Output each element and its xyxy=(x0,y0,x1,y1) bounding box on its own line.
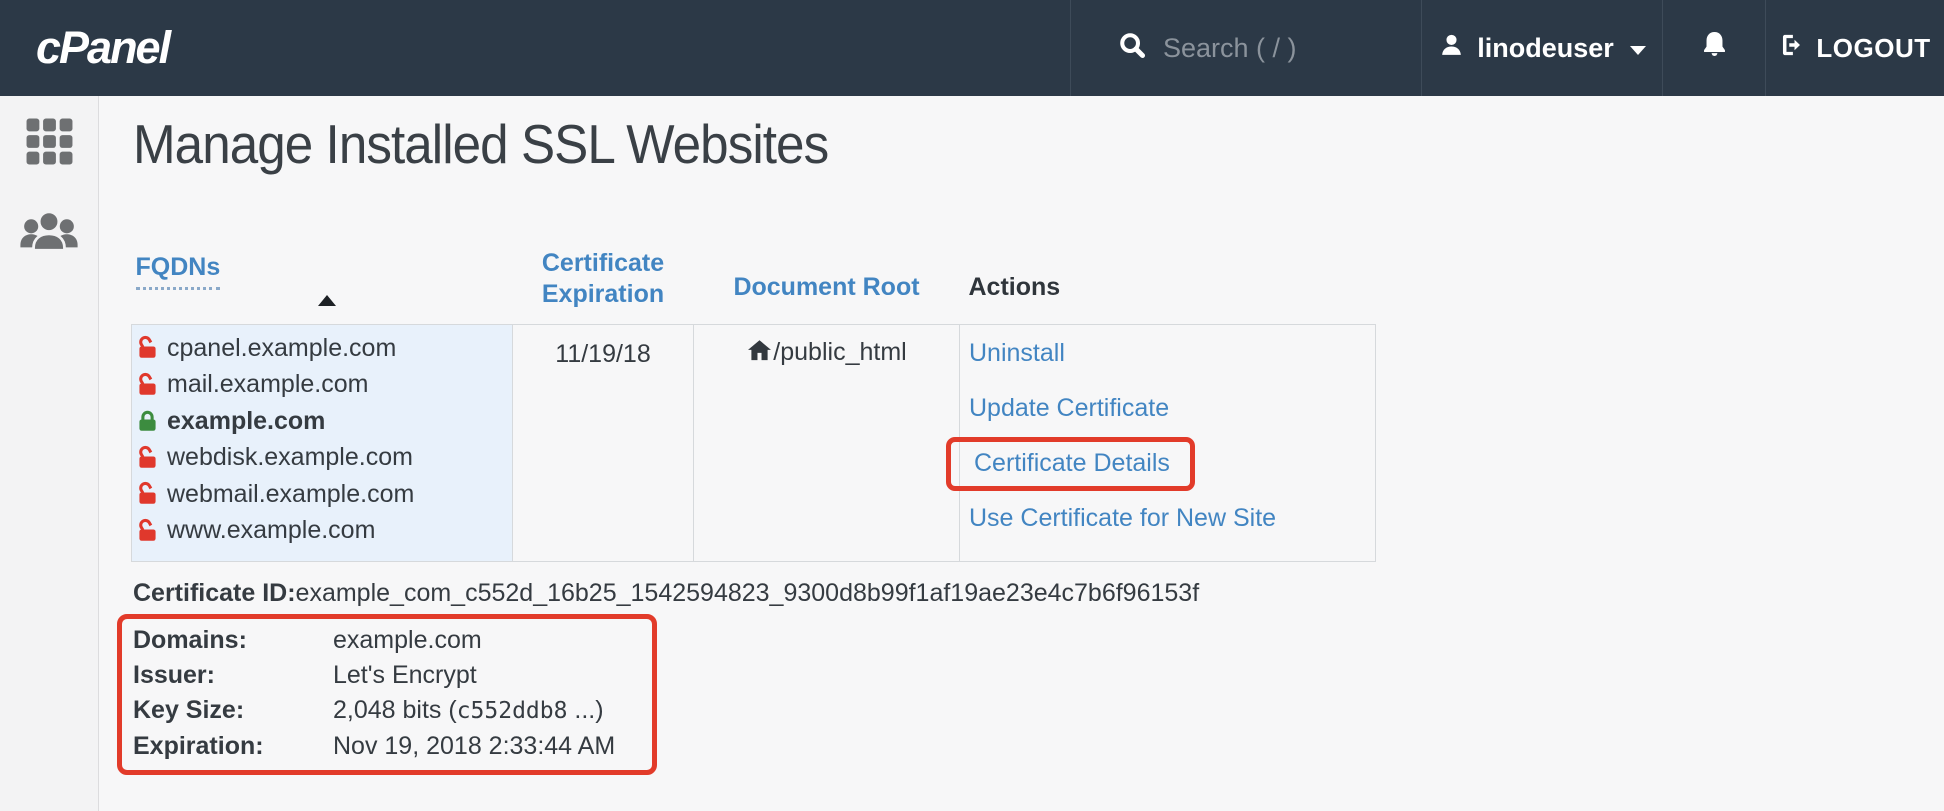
top-navbar: cPanel Search ( / ) linodeuser xyxy=(0,0,1944,96)
fqdn-item: cpanel.example.com xyxy=(135,330,512,367)
search-icon xyxy=(1117,30,1148,66)
certificate-id-value: example_com_c552d_16b25_1542594823_9300d… xyxy=(296,579,1200,607)
apps-grid-icon[interactable] xyxy=(26,118,73,165)
certificate-id-label: Certificate ID: xyxy=(133,579,296,607)
lock-open-icon xyxy=(135,518,160,544)
certificate-id-line: Certificate ID:example_com_c552d_16b25_1… xyxy=(133,578,1199,608)
lock-open-icon xyxy=(135,372,160,398)
fqdn-domain: webmail.example.com xyxy=(167,480,414,509)
column-header-document-root: Document Root xyxy=(733,273,919,302)
header-spacer xyxy=(169,0,1070,96)
lock-open-icon xyxy=(135,445,160,471)
fqdn-item: example.com xyxy=(135,403,512,440)
table-row: cpanel.example.com mail.example.com xyxy=(132,325,1376,562)
notifications-button[interactable] xyxy=(1662,0,1765,96)
sort-asc-icon[interactable] xyxy=(318,295,336,306)
logout-button[interactable]: LOGOUT xyxy=(1765,0,1944,96)
table-header-row: FQDNs Certificate Expiration Document Ro… xyxy=(132,248,1376,325)
domains-label: Domains: xyxy=(133,623,333,658)
key-fingerprint: c552ddb8 xyxy=(457,698,568,724)
lock-closed-icon xyxy=(135,408,160,434)
fqdn-domain: www.example.com xyxy=(167,516,375,545)
column-header-fqdns[interactable]: FQDNs xyxy=(136,253,221,290)
detail-row-expiration: Expiration: Nov 19, 2018 2:33:44 AM xyxy=(133,729,630,764)
actions-cell: Uninstall Update Certificate Certificate… xyxy=(960,325,1376,562)
expiration-value: Nov 19, 2018 2:33:44 AM xyxy=(333,729,615,764)
cpanel-logo: cPanel xyxy=(0,22,169,74)
key-size-label: Key Size: xyxy=(133,693,333,729)
domains-value: example.com xyxy=(333,623,482,658)
fqdn-domain: example.com xyxy=(167,407,325,436)
ssl-websites-table: FQDNs Certificate Expiration Document Ro… xyxy=(131,248,1376,562)
certificate-details-link[interactable]: Certificate Details xyxy=(974,449,1170,477)
logout-icon xyxy=(1779,31,1807,66)
expiration-date: 11/19/18 xyxy=(555,340,650,368)
fqdn-item: www.example.com xyxy=(135,513,512,550)
detail-row-key-size: Key Size: 2,048 bits (c552ddb8 ...) xyxy=(133,693,630,729)
update-certificate-link[interactable]: Update Certificate xyxy=(969,394,1169,422)
detail-row-issuer: Issuer: Let's Encrypt xyxy=(133,658,630,693)
bell-icon xyxy=(1698,29,1731,67)
issuer-label: Issuer: xyxy=(133,658,333,693)
user-icon xyxy=(1438,31,1465,65)
username: linodeuser xyxy=(1477,33,1614,64)
fqdn-item: webmail.example.com xyxy=(135,476,512,513)
logout-label: LOGOUT xyxy=(1816,33,1930,64)
user-accounts-icon[interactable] xyxy=(19,209,79,253)
fqdn-item: mail.example.com xyxy=(135,367,512,404)
detail-row-domains: Domains: example.com xyxy=(133,623,630,658)
chevron-down-icon xyxy=(1630,46,1646,55)
annotation-box-certificate-details: Certificate Details xyxy=(946,437,1195,491)
expiration-label: Expiration: xyxy=(133,729,333,764)
key-size-value: 2,048 bits (c552ddb8 ...) xyxy=(333,693,604,729)
document-root-path: /public_html xyxy=(773,338,906,366)
lock-open-icon xyxy=(135,481,160,507)
certificate-details-panel: Certificate ID:example_com_c552d_16b25_1… xyxy=(133,578,1199,775)
user-menu[interactable]: linodeuser xyxy=(1421,0,1662,96)
lock-open-icon xyxy=(135,335,160,361)
fqdns-cell: cpanel.example.com mail.example.com xyxy=(132,325,513,562)
column-header-actions: Actions xyxy=(969,273,1061,302)
uninstall-link[interactable]: Uninstall xyxy=(969,339,1065,367)
search-placeholder: Search ( / ) xyxy=(1163,33,1297,64)
column-header-expiration: Certificate Expiration xyxy=(533,248,673,310)
fqdn-domain: webdisk.example.com xyxy=(167,443,413,472)
main-content: Manage Installed SSL Websites FQDNs Cert… xyxy=(100,96,1944,811)
document-root-cell: /public_html xyxy=(694,325,960,562)
issuer-value: Let's Encrypt xyxy=(333,658,477,693)
annotation-box-certificate-info: Domains: example.com Issuer: Let's Encry… xyxy=(117,614,657,775)
page-title: Manage Installed SSL Websites xyxy=(133,112,828,176)
sidebar xyxy=(0,96,99,811)
fqdn-item: webdisk.example.com xyxy=(135,440,512,477)
use-certificate-new-site-link[interactable]: Use Certificate for New Site xyxy=(969,504,1276,532)
fqdn-domain: cpanel.example.com xyxy=(167,334,396,363)
certificate-expiration-cell: 11/19/18 xyxy=(513,325,694,562)
home-icon xyxy=(746,337,773,364)
fqdn-domain: mail.example.com xyxy=(167,370,368,399)
search-input[interactable]: Search ( / ) xyxy=(1070,0,1421,96)
